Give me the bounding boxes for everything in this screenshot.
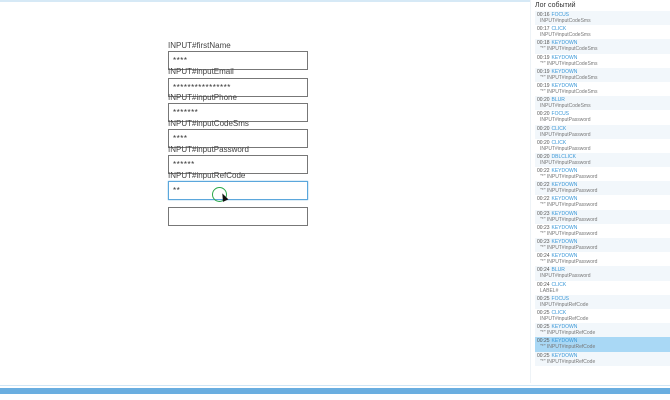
log-entry-type: FOCUS — [551, 295, 570, 302]
log-entry-type: KEYDOWN — [551, 352, 578, 359]
log-entry[interactable]: 00:20 CLICK INPUT#inputPassword — [535, 139, 670, 153]
log-entry[interactable]: 00:24 KEYDOWN "*" INPUT#inputPassword — [535, 252, 670, 266]
ref-code-input[interactable]: ** — [168, 181, 308, 200]
log-entry-target: "*" INPUT#inputPassword — [540, 188, 598, 195]
log-entry[interactable]: 00:23 KEYDOWN "*" INPUT#inputPassword — [535, 238, 670, 253]
log-entry-target: INPUT#inputPassword — [540, 131, 591, 138]
log-entry-target: "*" INPUT#inputRefCode — [540, 330, 596, 337]
bottom-bar — [0, 388, 670, 394]
log-entry-time: 00:19 — [537, 54, 550, 61]
log-entry-target: INPUT#inputCodeSms — [540, 18, 591, 24]
log-entry-target: INPUT#inputCodeSms — [540, 32, 591, 39]
log-entry-target: "*" INPUT#inputPassword — [540, 174, 598, 181]
log-entry-type: CLICK — [551, 125, 567, 132]
log-entry[interactable]: 00:25 KEYDOWN "*" INPUT#inputRefCode — [535, 337, 670, 352]
log-entry-time: 00:20 — [537, 125, 550, 132]
log-entry-target: INPUT#inputPassword — [540, 159, 591, 166]
event-log-list[interactable]: 00:16 FOCUS INPUT#inputCodeSms 00:17 CLICK IN… — [535, 11, 670, 366]
log-entry[interactable]: 00:25 KEYDOWN "*" INPUT#inputRefCode — [535, 351, 670, 366]
log-entry-target: "*" INPUT#inputRefCode — [540, 358, 596, 365]
log-entry-target: "*" INPUT#inputRefCode — [540, 344, 596, 351]
log-entry-time: 00:24 — [537, 281, 550, 288]
log-entry[interactable]: 00:18 KEYDOWN "*" INPUT#inputCodeSms — [535, 39, 670, 54]
log-entry[interactable]: 00:23 KEYDOWN "*" INPUT#inputPassword — [535, 209, 670, 224]
log-entry-type: KEYDOWN — [551, 68, 578, 75]
log-entry[interactable]: 00:19 KEYDOWN "*" INPUT#inputCodeSms — [535, 82, 670, 96]
log-entry-target: "*" INPUT#inputCodeSms — [540, 88, 598, 95]
log-entry-target: "*" INPUT#inputPassword — [540, 259, 598, 266]
log-entry-target: LABEL# — [540, 287, 559, 294]
log-entry-target: INPUT#inputPassword — [540, 273, 591, 280]
log-entry[interactable]: 00:20 CLICK INPUT#inputPassword — [535, 124, 670, 139]
log-entry[interactable]: 00:19 KEYDOWN "*" INPUT#inputCodeSms — [535, 67, 670, 82]
log-entry-target: "*" INPUT#inputPassword — [540, 245, 598, 251]
field-label-first-name: INPUT#firstName — [168, 41, 231, 50]
log-entry[interactable]: 00:22 KEYDOWN "*" INPUT#inputPassword — [535, 167, 670, 181]
field-label-ref-code: INPUT#inputRefCode — [168, 171, 246, 180]
log-entry[interactable]: 00:16 FOCUS INPUT#inputCodeSms — [535, 11, 670, 26]
log-entry-target: INPUT#inputRefCode — [540, 301, 589, 308]
log-entry[interactable]: 00:23 KEYDOWN "*" INPUT#inputPassword — [535, 224, 670, 238]
log-entry[interactable]: 00:25 KEYDOWN "*" INPUT#inputRefCode — [535, 323, 670, 338]
log-entry[interactable]: 00:25 CLICK INPUT#inputRefCode — [535, 309, 670, 323]
log-entry-time: 00:23 — [537, 224, 550, 231]
log-entry-time: 00:25 — [537, 295, 550, 302]
log-entry[interactable]: 00:25 FOCUS INPUT#inputRefCode — [535, 294, 670, 309]
log-entry-type: KEYDOWN — [551, 54, 578, 61]
event-log-title: Лог событий — [535, 2, 576, 9]
log-entry-target: INPUT#inputRefCode — [540, 315, 589, 322]
extra-input[interactable] — [168, 207, 308, 226]
log-entry[interactable]: 00:22 KEYDOWN "*" INPUT#inputPassword — [535, 181, 670, 196]
log-entry-time: 00:25 — [537, 352, 550, 359]
log-entry-time: 00:20 — [537, 139, 550, 146]
log-entry-type: DBLCLICK — [551, 153, 576, 160]
log-entry[interactable]: 00:24 BLUR INPUT#inputPassword — [535, 266, 670, 281]
field-label-email: INPUT#inputEmail — [168, 67, 234, 76]
log-entry[interactable]: 00:20 FOCUS INPUT#inputPassword — [535, 110, 670, 124]
log-entry-target: INPUT#inputCodeSms — [540, 103, 591, 110]
log-entry-type: KEYDOWN — [551, 224, 578, 231]
log-entry-target: INPUT#inputPassword — [540, 145, 591, 152]
field-label-code-sms: INPUT#inputCodeSms — [168, 119, 249, 128]
log-entry[interactable]: 00:20 BLUR INPUT#inputCodeSms — [535, 96, 670, 111]
log-entry-type: KEYDOWN — [551, 210, 578, 217]
log-entry[interactable]: 00:20 DBLCLICK INPUT#inputPassword — [535, 152, 670, 168]
log-entry-target: "*" INPUT#inputCodeSms — [540, 46, 598, 53]
event-log-panel: Лог событий 00:16 FOCUS INPUT#inputCodeSms… — [530, 0, 670, 383]
log-entry-time: 00:19 — [537, 68, 550, 75]
log-entry-target: "*" INPUT#inputCodeSms — [540, 60, 598, 67]
log-entry[interactable]: 00:19 KEYDOWN "*" INPUT#inputCodeSms — [535, 54, 670, 68]
log-entry-time: 00:20 — [537, 153, 550, 160]
log-entry-type: CLICK — [551, 139, 567, 146]
log-entry-target: "*" INPUT#inputCodeSms — [540, 74, 598, 81]
log-entry-target: "*" INPUT#inputPassword — [540, 202, 598, 209]
log-entry-target: "*" INPUT#inputPassword — [540, 230, 598, 237]
log-entry-target: INPUT#inputPassword — [540, 117, 591, 124]
log-entry[interactable]: 00:17 CLICK INPUT#inputCodeSms — [535, 25, 670, 39]
log-entry[interactable]: 00:24 CLICK LABEL# — [535, 281, 670, 295]
log-entry-type: CLICK — [551, 281, 567, 288]
field-label-password: INPUT#inputPassword — [168, 145, 249, 154]
log-entry-time: 00:23 — [537, 210, 550, 217]
log-entry-target: "*" INPUT#inputPassword — [540, 216, 598, 223]
bottom-divider — [0, 385, 670, 386]
field-label-phone: INPUT#inputPhone — [168, 93, 237, 102]
log-entry[interactable]: 00:22 KEYDOWN "*" INPUT#inputPassword — [535, 195, 670, 209]
